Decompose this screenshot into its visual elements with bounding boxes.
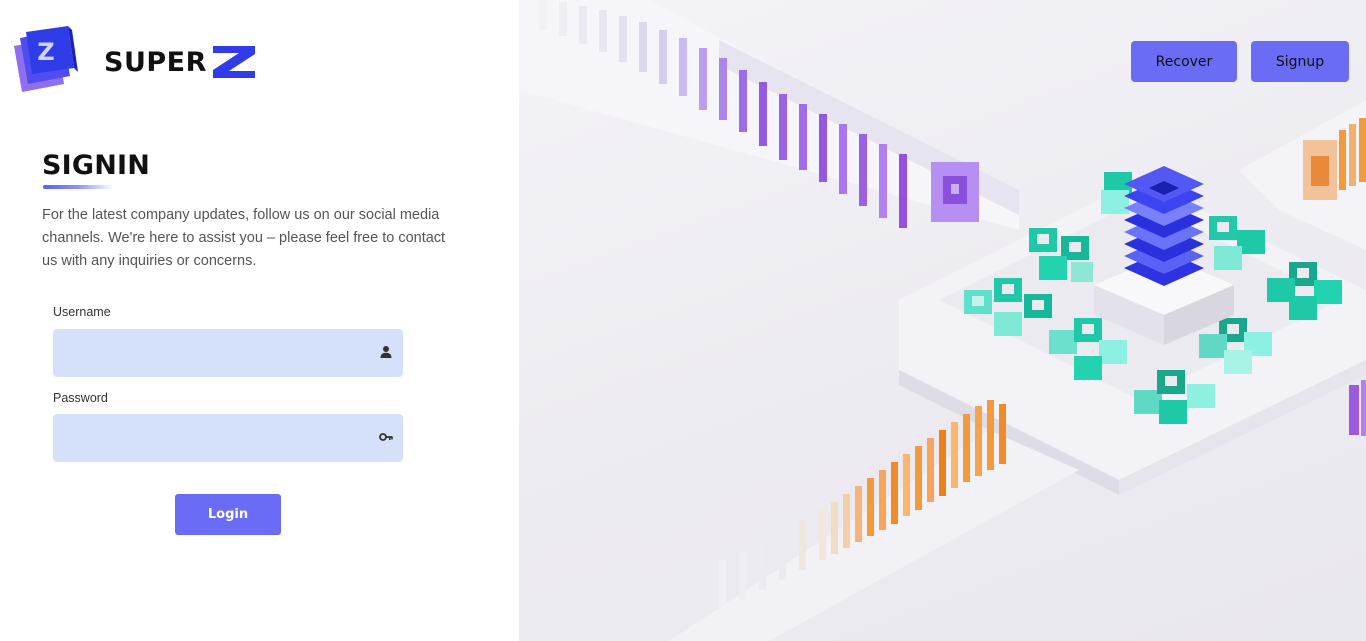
signup-button[interactable]: Signup (1251, 41, 1349, 82)
password-input[interactable] (53, 414, 377, 460)
logo: Z SUPER (12, 26, 257, 98)
logo-mark-icon: Z (14, 26, 78, 92)
login-button[interactable]: Login (175, 494, 281, 535)
username-input[interactable] (53, 329, 377, 375)
brand-z-icon (212, 46, 255, 78)
svg-text:Z: Z (37, 38, 54, 66)
page-title: SIGNIN (42, 150, 151, 181)
username-field[interactable] (53, 329, 403, 377)
isometric-blocks-illustration (519, 0, 1366, 641)
title-underline (43, 185, 113, 189)
hero-illustration: Recover Signup (519, 0, 1366, 641)
key-icon (379, 433, 393, 441)
recover-button[interactable]: Recover (1131, 41, 1237, 82)
brand-name: SUPER (104, 44, 257, 80)
username-label: Username (53, 305, 111, 319)
signin-panel: Z SUPER SIGNIN For the latest company up… (0, 0, 519, 641)
intro-text: For the latest company updates, follow u… (42, 207, 446, 269)
password-field[interactable] (53, 414, 403, 462)
user-icon (380, 346, 392, 358)
brand-name-text: SUPER (104, 46, 207, 78)
password-label: Password (53, 391, 108, 405)
